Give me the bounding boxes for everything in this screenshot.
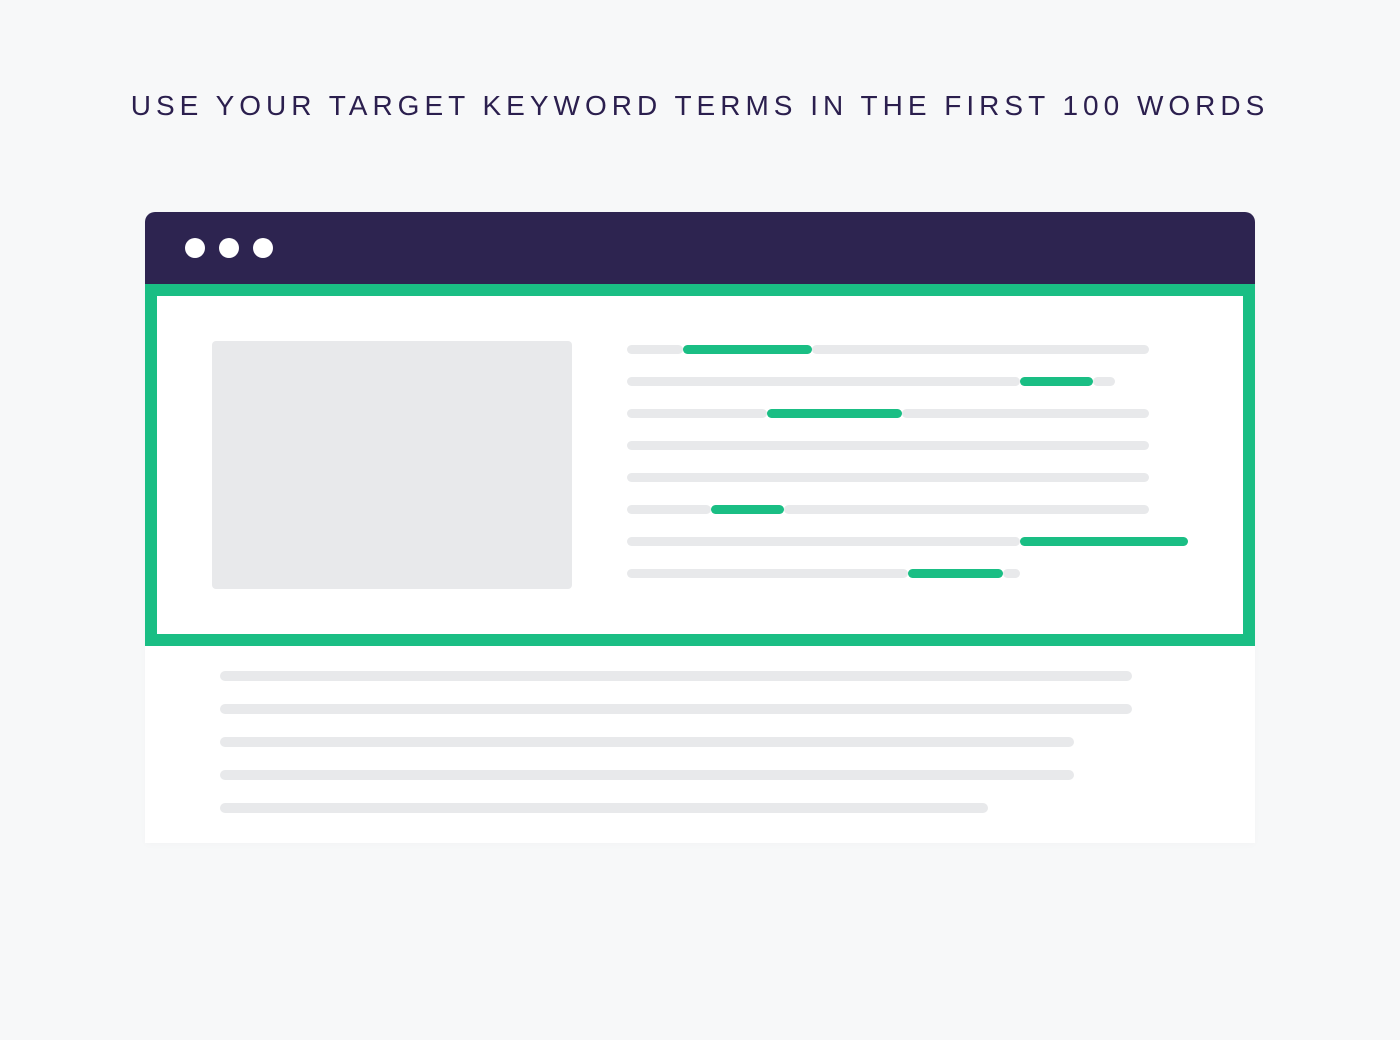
keyword-span [711, 505, 784, 514]
text-line [627, 473, 1188, 482]
image-placeholder [212, 341, 572, 589]
text-line [627, 441, 1188, 450]
text-line [220, 737, 1074, 747]
text-line [627, 345, 1188, 354]
page-heading: Use your target keyword terms in the fir… [131, 90, 1270, 122]
browser-title-bar [145, 212, 1255, 284]
text-line [220, 671, 1132, 681]
text-span [627, 345, 683, 354]
text-span [627, 505, 711, 514]
body-text-lines [145, 646, 1255, 843]
text-span [1093, 377, 1115, 386]
browser-mockup [145, 212, 1255, 843]
text-span [627, 409, 767, 418]
text-span [627, 441, 1149, 450]
text-line [220, 704, 1132, 714]
keyword-span [1020, 537, 1188, 546]
window-dot-icon [253, 238, 273, 258]
keyword-span [908, 569, 1003, 578]
window-dot-icon [185, 238, 205, 258]
text-span [784, 505, 1149, 514]
text-line [220, 770, 1074, 780]
text-span [627, 377, 1020, 386]
text-span [902, 409, 1149, 418]
text-line [220, 803, 988, 813]
keyword-span [767, 409, 902, 418]
keyword-span [683, 345, 812, 354]
text-span [627, 537, 1020, 546]
intro-text-lines [627, 341, 1188, 589]
text-line [627, 569, 1188, 578]
text-span [812, 345, 1149, 354]
text-span [627, 473, 1149, 482]
window-dot-icon [219, 238, 239, 258]
first-100-words-highlight [145, 284, 1255, 646]
text-span [1003, 569, 1020, 578]
text-line [627, 409, 1188, 418]
text-span [627, 569, 908, 578]
text-line [627, 377, 1188, 386]
keyword-span [1020, 377, 1093, 386]
text-line [627, 505, 1188, 514]
text-line [627, 537, 1188, 546]
